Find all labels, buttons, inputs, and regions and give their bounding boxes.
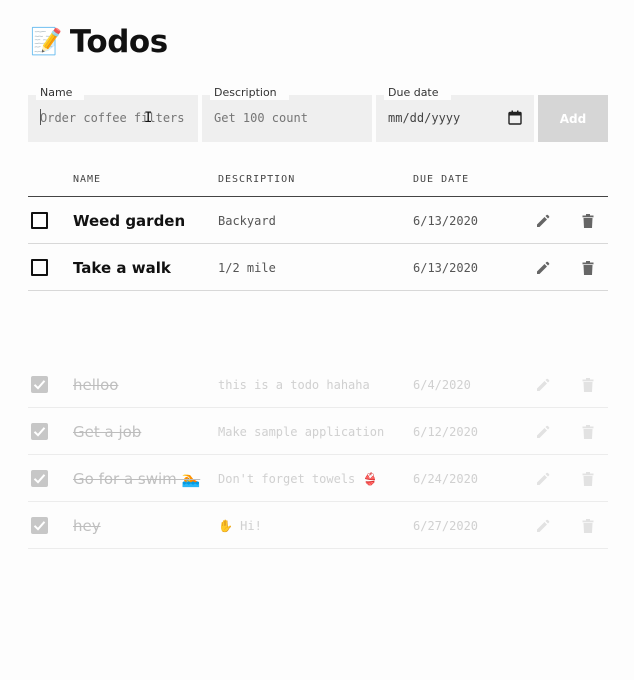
todo-description: Don't forget towels 👙 — [218, 472, 378, 486]
trash-icon[interactable] — [582, 377, 594, 396]
description-input[interactable] — [214, 111, 362, 125]
todo-row: Weed garden Backyard 6/13/2020 — [28, 197, 608, 244]
due-date-input[interactable]: mm/dd/yyyy — [388, 111, 460, 125]
column-header-description: DESCRIPTION — [218, 174, 296, 185]
todo-description: 1/2 mile — [218, 261, 276, 275]
due-date-field[interactable]: Due date mm/dd/yyyy — [376, 86, 534, 142]
name-label: Name — [36, 86, 85, 100]
todo-name: hey — [73, 517, 101, 535]
description-label: Description — [210, 86, 289, 100]
pencil-icon[interactable] — [536, 518, 550, 537]
todo-name: Go for a swim 🏊 — [73, 470, 201, 488]
text-cursor — [40, 109, 41, 125]
trash-icon[interactable] — [582, 518, 594, 537]
todo-row: Take a walk 1/2 mile 6/13/2020 — [28, 244, 608, 291]
todo-checkbox[interactable] — [31, 423, 48, 440]
due-date-label: Due date — [384, 86, 451, 100]
todo-description: Make sample application — [218, 425, 385, 439]
todo-row: helloo this is a todo hahaha 6/4/2020 — [28, 361, 608, 408]
trash-icon[interactable] — [582, 424, 594, 443]
pencil-icon[interactable] — [536, 424, 550, 443]
todo-checkbox[interactable] — [31, 470, 48, 487]
add-button[interactable]: Add — [538, 95, 608, 142]
column-header-due-date: DUE DATE — [413, 174, 470, 185]
todo-due-date: 6/13/2020 — [413, 261, 479, 275]
calendar-icon[interactable] — [508, 110, 522, 125]
todo-name: Weed garden — [73, 212, 186, 230]
pencil-icon[interactable] — [536, 471, 550, 490]
todo-description: ✋ Hi! — [218, 519, 262, 533]
todo-row: Go for a swim 🏊 Don't forget towels 👙 6/24… — [28, 455, 608, 502]
todo-due-date: 6/4/2020 — [413, 378, 471, 392]
name-input[interactable] — [40, 111, 188, 125]
todo-checkbox[interactable] — [31, 259, 48, 276]
todo-due-date: 6/24/2020 — [413, 472, 479, 486]
trash-icon[interactable] — [582, 213, 594, 232]
pencil-icon[interactable] — [536, 260, 550, 279]
column-header-name: NAME — [73, 174, 102, 185]
todo-checkbox[interactable] — [31, 212, 48, 229]
todo-name: helloo — [73, 376, 119, 394]
todo-checkbox[interactable] — [31, 376, 48, 393]
trash-icon[interactable] — [582, 471, 594, 490]
todo-description: Backyard — [218, 214, 276, 228]
todo-due-date: 6/12/2020 — [413, 425, 479, 439]
ibeam-cursor-icon: I — [144, 110, 153, 126]
todo-due-date: 6/13/2020 — [413, 214, 479, 228]
description-field[interactable]: Description — [202, 86, 372, 142]
todo-name: Get a job — [73, 423, 142, 441]
name-field[interactable]: Name I — [28, 86, 198, 142]
pencil-icon[interactable] — [536, 377, 550, 396]
page-title-text: Todos — [69, 24, 168, 60]
todo-description: this is a todo hahaha — [218, 378, 370, 392]
todo-checkbox[interactable] — [31, 517, 48, 534]
todo-row: Get a job Make sample application 6/12/202… — [28, 408, 608, 455]
trash-icon[interactable] — [582, 260, 594, 279]
memo-icon: 📝 — [30, 27, 62, 57]
todo-row: hey ✋ Hi! 6/27/2020 — [28, 502, 608, 549]
todo-due-date: 6/27/2020 — [413, 519, 479, 533]
pencil-icon[interactable] — [536, 213, 550, 232]
page-title: 📝 Todos — [30, 24, 168, 60]
todo-name: Take a walk — [73, 259, 171, 277]
